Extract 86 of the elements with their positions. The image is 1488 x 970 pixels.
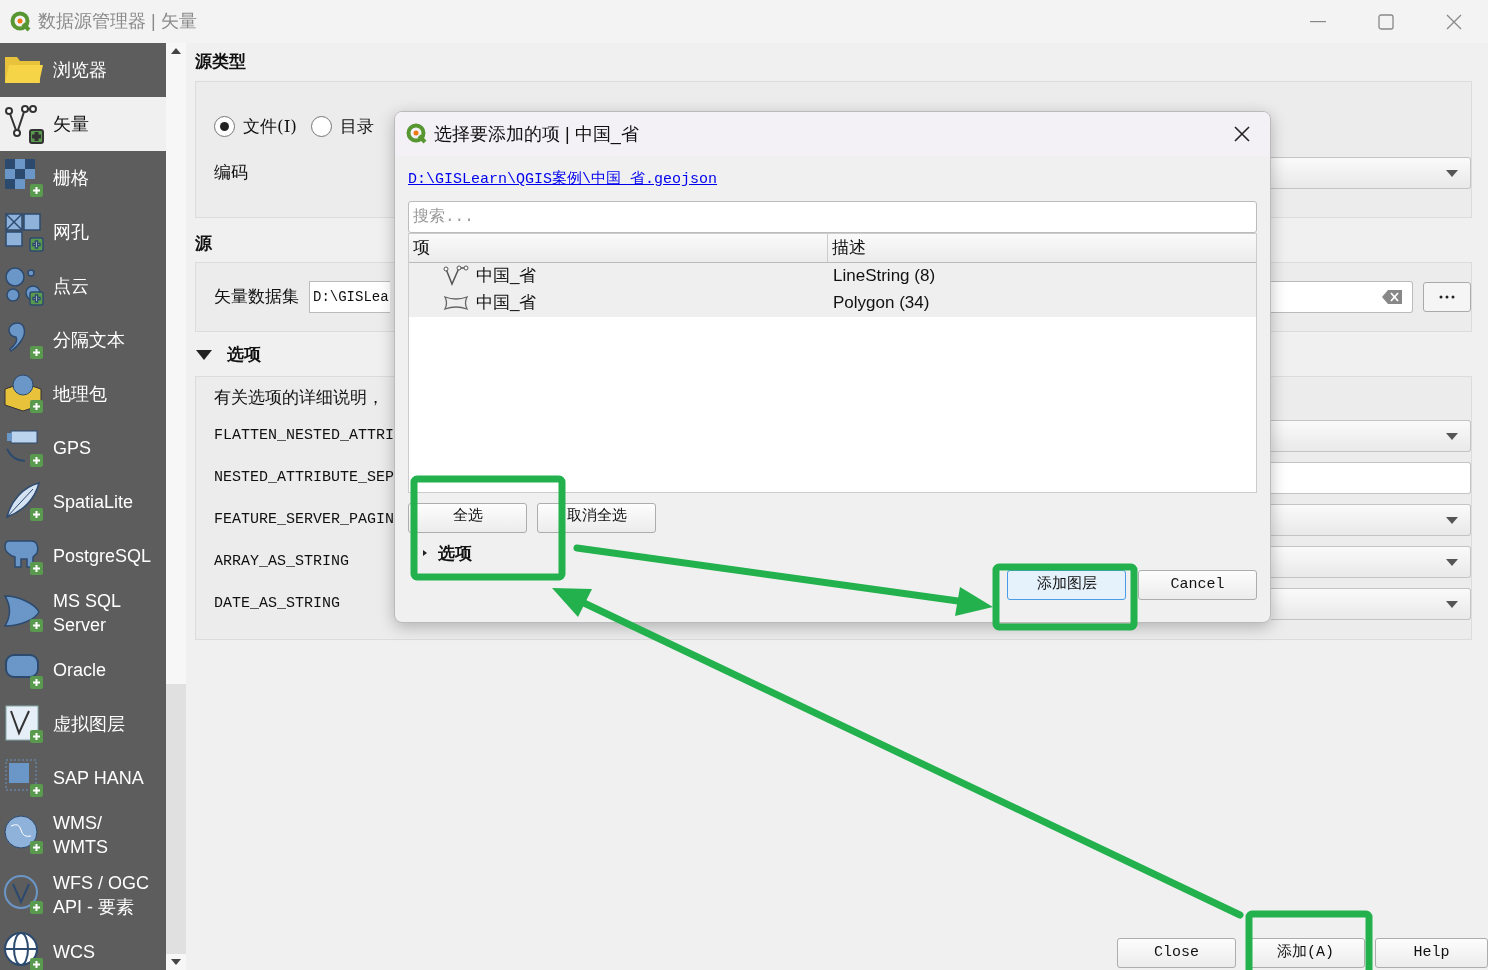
minimize-icon	[1310, 20, 1326, 23]
logo-icon	[406, 123, 428, 145]
sidebar-item[interactable]: 虚拟图层	[0, 697, 166, 751]
sidebar-item[interactable]: Oracle	[0, 643, 166, 697]
vector-icon	[3, 703, 45, 745]
sidebar-item[interactable]: 点云	[0, 259, 166, 313]
close-icon	[1233, 125, 1251, 143]
dots-icon	[3, 265, 45, 307]
sidebar-item[interactable]: WFS / OGC API - 要素	[0, 865, 166, 925]
scrollbar-thumb[interactable]	[166, 684, 186, 954]
search-field[interactable]: 搜索...	[408, 200, 1257, 233]
dataset-field[interactable]	[1269, 281, 1413, 313]
radio-label: 目录	[340, 114, 374, 138]
grid-icon	[3, 157, 45, 199]
more-icon	[1439, 295, 1455, 299]
tree-row[interactable]: 中国_省 Polygon (34)	[409, 289, 1256, 317]
option-label: FLATTEN_NESTED_ATTRI	[214, 425, 395, 446]
dropdown[interactable]	[1271, 504, 1471, 536]
sidebar-item[interactable]: 分隔文本	[0, 313, 166, 367]
radio-button[interactable]	[311, 115, 332, 137]
item-description: LineString (8)	[832, 265, 936, 288]
item-name: 中国_省	[476, 292, 537, 315]
line-icon	[443, 265, 469, 287]
item-name: 中国_省	[476, 265, 537, 288]
description-text: 有关选项的详细说明，	[214, 386, 385, 409]
file-path-link[interactable]: D:\GISLearn\QGIS案例\中国_省.geojson	[408, 169, 1257, 192]
expand-arrow-icon[interactable]	[422, 549, 428, 558]
logo-icon	[10, 10, 32, 33]
sidebar-item[interactable]: 栅格	[0, 151, 166, 205]
option-label: ARRAY_AS_STRING	[214, 551, 350, 572]
vector-icon	[3, 103, 45, 145]
feather-icon	[3, 481, 45, 523]
mesh-icon	[3, 211, 45, 253]
sidebar-item[interactable]: GPS	[0, 421, 166, 475]
caret-icon	[1446, 558, 1458, 566]
caret-icon	[1446, 432, 1458, 440]
dropdown[interactable]	[1271, 157, 1471, 189]
maximize-icon	[1378, 13, 1394, 30]
button[interactable]: Cancel	[1138, 570, 1257, 600]
caret-icon	[1446, 516, 1458, 524]
encoding-label: 编码	[214, 162, 248, 185]
option-label: NESTED_ATTRIBUTE_SEP	[214, 467, 395, 488]
radio-label: 文件(I)	[243, 114, 297, 138]
globe-box-icon	[3, 373, 45, 415]
clear-icon[interactable]	[1382, 290, 1402, 304]
sidebar-item[interactable]: 网孔	[0, 205, 166, 259]
item-description: Polygon (34)	[832, 292, 930, 315]
dropdown[interactable]	[1271, 588, 1471, 620]
sidebar-item[interactable]: SAP HANA	[0, 751, 166, 805]
sidebar-item[interactable]: WCS	[0, 925, 166, 970]
dataset-field[interactable]: D:\GISLea	[309, 281, 390, 313]
sidebar-item[interactable]: 矢量	[0, 97, 166, 151]
close-icon	[1446, 13, 1462, 30]
option-label: FEATURE_SERVER_PAGIN	[214, 509, 395, 530]
button[interactable]: 添加图层	[1007, 570, 1126, 600]
input-field[interactable]	[1271, 462, 1471, 494]
button[interactable]: 取消全选	[537, 502, 656, 533]
sidebar-item[interactable]: 地理包	[0, 367, 166, 421]
dropdown[interactable]	[1271, 546, 1471, 578]
section-heading: 选项	[227, 344, 261, 366]
sail-icon	[3, 592, 45, 634]
section-heading: 源类型	[195, 51, 246, 73]
sidebar-item[interactable]: 浏览器	[0, 43, 166, 97]
browse-button[interactable]	[1423, 282, 1471, 312]
collapse-arrow-icon[interactable]	[195, 348, 213, 361]
options-label: 选项	[438, 542, 472, 565]
button[interactable]: Help	[1375, 938, 1488, 968]
column-header[interactable]: 描述	[828, 233, 1256, 262]
button[interactable]: 全选	[408, 502, 527, 533]
option-label: DATE_AS_STRING	[214, 593, 341, 614]
caret-icon	[1446, 600, 1458, 608]
dialog-title: 选择要添加的项 | 中国_省	[434, 122, 639, 147]
square-icon	[3, 757, 45, 799]
column-header[interactable]: 项	[409, 233, 828, 262]
sidebar-item[interactable]: SpatiaLite	[0, 475, 166, 529]
button[interactable]: Close	[1117, 938, 1236, 968]
window-title: 数据源管理器 | 矢量	[38, 10, 197, 33]
sidebar-item[interactable]: MS SQL Server	[0, 583, 166, 643]
dataset-label: 矢量数据集	[214, 286, 299, 309]
tree-row[interactable]: 中国_省 LineString (8)	[409, 262, 1256, 290]
dropdown[interactable]	[1271, 420, 1471, 452]
caret-icon	[1446, 169, 1458, 177]
section-heading: 源	[195, 232, 212, 255]
sidebar-item[interactable]: WMS/ WMTS	[0, 805, 166, 865]
sidebar-item[interactable]: PostgreSQL	[0, 529, 166, 583]
radio-button[interactable]	[214, 115, 235, 137]
